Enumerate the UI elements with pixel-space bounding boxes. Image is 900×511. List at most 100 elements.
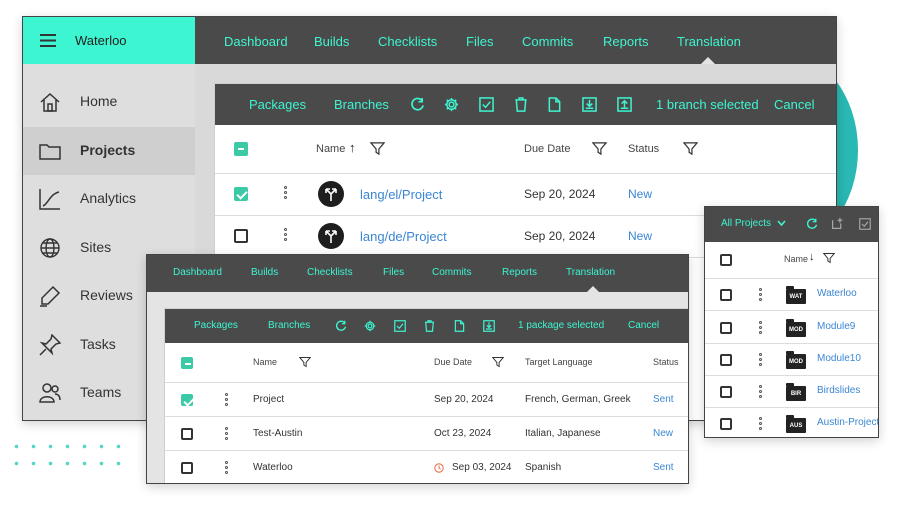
row-checkbox[interactable]	[181, 428, 193, 440]
refresh-icon[interactable]	[410, 97, 425, 112]
project-name-link[interactable]: Waterloo	[817, 288, 857, 299]
refresh-icon[interactable]	[335, 320, 347, 332]
col-name[interactable]: Name	[253, 357, 277, 367]
col-status[interactable]: Status	[628, 143, 659, 155]
checklist-icon[interactable]	[479, 97, 494, 112]
file-icon[interactable]	[454, 320, 465, 332]
nav-builds[interactable]: Builds	[314, 34, 349, 49]
chevron-down-icon[interactable]	[777, 220, 786, 227]
cancel-button[interactable]: Cancel	[628, 320, 659, 331]
project-name-link[interactable]: Austin-Project	[817, 417, 878, 428]
nav-checklists[interactable]: Checklists	[307, 267, 353, 278]
nav-commits[interactable]: Commits	[522, 34, 573, 49]
sort-desc-icon[interactable]: ↓	[809, 251, 815, 263]
col-target-language[interactable]: Target Language	[525, 357, 593, 367]
row-menu-icon[interactable]	[225, 393, 228, 408]
list-item[interactable]: WAT Waterloo	[705, 279, 878, 311]
checklist-icon[interactable]	[394, 320, 406, 332]
filter-icon[interactable]	[370, 141, 385, 156]
menu-icon[interactable]	[40, 34, 56, 47]
filter-icon[interactable]	[823, 252, 835, 264]
col-due-date[interactable]: Due Date	[434, 357, 472, 367]
package-name[interactable]: Waterloo	[253, 462, 293, 473]
list-item[interactable]: MOD Module9	[705, 311, 878, 344]
gear-icon[interactable]	[364, 320, 376, 332]
row-menu-icon[interactable]	[225, 427, 228, 442]
row-menu-icon[interactable]	[284, 228, 287, 243]
nav-reports[interactable]: Reports	[502, 267, 537, 278]
upload-icon[interactable]	[617, 97, 632, 112]
nav-reports[interactable]: Reports	[603, 34, 649, 49]
row-menu-icon[interactable]	[759, 385, 762, 400]
project-name-link[interactable]: Birdslides	[817, 385, 860, 396]
col-status[interactable]: Status	[653, 357, 679, 367]
download-icon[interactable]	[582, 97, 597, 112]
nav-files[interactable]: Files	[383, 267, 404, 278]
row-menu-icon[interactable]	[759, 417, 762, 432]
sidebar-item-projects[interactable]: Projects	[23, 127, 195, 175]
branch-icon	[318, 181, 344, 207]
row-menu-icon[interactable]	[759, 353, 762, 368]
nav-translation[interactable]: Translation	[677, 34, 741, 49]
tab-packages[interactable]: Packages	[194, 320, 238, 331]
col-name[interactable]: Name	[784, 254, 808, 264]
row-checkbox[interactable]	[720, 322, 732, 334]
gear-icon[interactable]	[444, 97, 459, 112]
refresh-icon[interactable]	[806, 218, 818, 230]
download-icon[interactable]	[483, 320, 495, 332]
package-name[interactable]: Test-Austin	[253, 428, 302, 439]
row-menu-icon[interactable]	[759, 288, 762, 303]
cancel-button[interactable]: Cancel	[774, 97, 814, 112]
nav-dashboard[interactable]: Dashboard	[173, 267, 222, 278]
trash-icon[interactable]	[424, 320, 435, 332]
project-name-link[interactable]: Module10	[817, 353, 861, 364]
row-checkbox[interactable]	[234, 187, 248, 201]
checklist-icon[interactable]	[859, 218, 871, 230]
nav-builds[interactable]: Builds	[251, 267, 278, 278]
sidebar-item-home[interactable]: Home	[23, 78, 195, 126]
row-checkbox[interactable]	[720, 386, 732, 398]
row-checkbox[interactable]	[181, 394, 193, 406]
file-icon[interactable]	[548, 97, 561, 112]
list-item[interactable]: MOD Module10	[705, 344, 878, 376]
select-all-checkbox[interactable]	[234, 142, 248, 156]
table-row[interactable]: Project Sep 20, 2024 French, German, Gre…	[165, 383, 688, 417]
row-checkbox[interactable]	[234, 229, 248, 243]
row-menu-icon[interactable]	[225, 461, 228, 476]
row-menu-icon[interactable]	[284, 186, 287, 201]
row-menu-icon[interactable]	[759, 321, 762, 336]
row-checkbox[interactable]	[181, 462, 193, 474]
sidebar-item-analytics[interactable]: Analytics	[23, 175, 195, 223]
filter-icon[interactable]	[683, 141, 698, 156]
select-all-checkbox[interactable]	[181, 357, 193, 369]
filter-icon[interactable]	[492, 356, 504, 368]
table-row[interactable]: Waterloo Sep 03, 2024 Spanish Sent	[165, 451, 688, 483]
col-name[interactable]: Name	[316, 143, 345, 155]
tab-packages[interactable]: Packages	[249, 97, 306, 112]
row-checkbox[interactable]	[720, 418, 732, 430]
nav-dashboard[interactable]: Dashboard	[224, 34, 288, 49]
add-file-icon[interactable]	[831, 217, 844, 230]
nav-commits[interactable]: Commits	[432, 267, 471, 278]
branch-name-link[interactable]: lang/de/Project	[360, 229, 447, 244]
list-item[interactable]: AUS Austin-Project	[705, 408, 878, 437]
branch-name-link[interactable]: lang/el/Project	[360, 187, 442, 202]
list-item[interactable]: BIR Birdslides	[705, 376, 878, 408]
nav-files[interactable]: Files	[466, 34, 493, 49]
sort-asc-icon[interactable]: ↑	[349, 140, 356, 155]
table-row[interactable]: Test-Austin Oct 23, 2024 Italian, Japane…	[165, 417, 688, 451]
filter-icon[interactable]	[592, 141, 607, 156]
project-name-link[interactable]: Module9	[817, 321, 855, 332]
tab-branches[interactable]: Branches	[268, 320, 310, 331]
package-name[interactable]: Project	[253, 394, 284, 405]
row-checkbox[interactable]	[720, 354, 732, 366]
trash-icon[interactable]	[514, 97, 528, 112]
col-due-date[interactable]: Due Date	[524, 143, 570, 155]
project-filter-dropdown[interactable]: All Projects	[721, 218, 771, 229]
tab-branches[interactable]: Branches	[334, 97, 389, 112]
select-all-checkbox[interactable]	[720, 254, 732, 266]
row-checkbox[interactable]	[720, 289, 732, 301]
nav-checklists[interactable]: Checklists	[378, 34, 437, 49]
nav-translation[interactable]: Translation	[566, 267, 615, 278]
filter-icon[interactable]	[299, 356, 311, 368]
